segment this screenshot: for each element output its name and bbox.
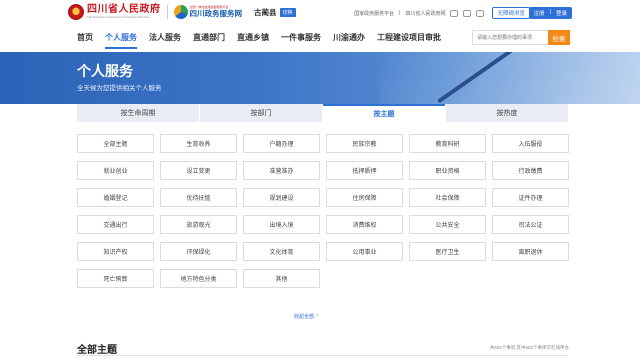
subject-item[interactable]: 抵押质押 <box>326 161 403 180</box>
subject-item[interactable]: 生育收养 <box>160 134 237 153</box>
auth-buttons: 注册 | 登录 <box>528 7 572 19</box>
subject-item[interactable]: 消费维权 <box>326 215 403 234</box>
service-logo-text: 四川政务服务网 <box>189 9 243 19</box>
section-count: 共683个事项,其中682个事项可在线申办 <box>489 345 569 350</box>
subject-item[interactable]: 准营准办 <box>243 161 320 180</box>
subject-grid: 全部主题 生育收养 户籍办理 民族宗教 教育科研 入伍服役就业创业 设立变更 准营准办 抵押质押… <box>77 134 569 288</box>
accessibility-button[interactable]: 无障碍浏览 <box>492 7 530 19</box>
subject-item[interactable]: 职业资格 <box>409 161 486 180</box>
collapse-label: 收起全部 <box>294 314 315 320</box>
region-name: 古蔺县 <box>254 7 277 17</box>
search-box: 检索 <box>472 30 570 45</box>
subject-item[interactable]: 社会保障 <box>409 188 486 207</box>
page-subtitle: 全天候为您提供相关个人服务 <box>77 85 162 92</box>
subject-item[interactable]: 旅游观光 <box>160 215 237 234</box>
subject-item[interactable]: 设立变更 <box>160 161 237 180</box>
banner-decoration <box>380 52 640 104</box>
service-mark-icon <box>173 5 188 19</box>
subject-item[interactable]: 公用事业 <box>326 242 403 261</box>
gov-logo-text: 四川省人民政府 <box>87 4 161 15</box>
gov-logo-en: The People's Government of Sichuan Provi… <box>87 15 150 19</box>
section-title: 全部主题 <box>77 345 117 356</box>
nav-home[interactable]: 首页 <box>77 24 93 52</box>
section-divider <box>77 355 568 356</box>
subject-item[interactable]: 交通出行 <box>77 215 154 234</box>
gov-logo[interactable]: 四川省人民政府 The People's Government of Sichu… <box>68 4 161 20</box>
login-button[interactable]: 登录 <box>551 7 572 19</box>
subject-item[interactable]: 全部主题 <box>77 134 154 153</box>
subject-item[interactable]: 死亡殡葬 <box>77 269 154 288</box>
subject-item[interactable]: 民族宗教 <box>326 134 403 153</box>
subject-item[interactable]: 出境入境 <box>243 215 320 234</box>
weibo-icon[interactable] <box>463 9 472 17</box>
region-switch-button[interactable]: 切换 <box>279 7 296 17</box>
subject-item[interactable]: 离职退休 <box>492 242 569 261</box>
message-icon[interactable] <box>450 9 459 17</box>
subject-item[interactable]: 入伍服役 <box>492 134 569 153</box>
collapse-all-link[interactable]: 收起全部 ⌃ <box>294 313 320 320</box>
nav-personal-service[interactable]: 个人服务 <box>105 24 137 52</box>
subject-item[interactable]: 医疗卫生 <box>409 242 486 261</box>
region-selector: 古蔺县 切换 <box>254 7 296 18</box>
subject-item[interactable]: 其他 <box>243 269 320 288</box>
subject-item[interactable]: 规划建设 <box>243 188 320 207</box>
subject-item[interactable]: 证件办理 <box>492 188 569 207</box>
tab-department[interactable]: 按部门 <box>200 104 322 122</box>
search-input[interactable] <box>472 30 548 45</box>
top-links: 国家政务服务平台 | 四川省人民政府网 无障碍浏览 <box>354 7 530 19</box>
mobile-icon[interactable] <box>476 9 485 17</box>
tab-lifecycle[interactable]: 按生命周期 <box>77 104 199 122</box>
subject-item[interactable]: 行政缴费 <box>492 161 569 180</box>
nav-chuanyu[interactable]: 川渝通办 <box>333 24 365 52</box>
banner: 个人服务 全天候为您提供相关个人服务 <box>0 52 640 104</box>
subject-item[interactable]: 知识产权 <box>77 242 154 261</box>
subject-item[interactable]: 公共安全 <box>409 215 486 234</box>
nav-townships[interactable]: 直通乡镇 <box>237 24 269 52</box>
category-tabs: 按生命周期 按部门 按主题 按热度 <box>77 104 568 122</box>
chevron-up-icon: ⌃ <box>315 314 320 320</box>
subject-item[interactable]: 住房保障 <box>326 188 403 207</box>
national-emblem-icon <box>68 4 84 20</box>
nav-one-thing-service[interactable]: 一件事服务 <box>281 24 321 52</box>
national-platform-link[interactable]: 国家政务服务平台 <box>354 10 394 17</box>
page-title: 个人服务 <box>77 63 133 79</box>
subject-item[interactable]: 就业创业 <box>77 161 154 180</box>
nav-departments[interactable]: 直通部门 <box>193 24 225 52</box>
subject-item[interactable]: 教育科研 <box>409 134 486 153</box>
subject-item[interactable]: 婚姻登记 <box>77 188 154 207</box>
service-logo[interactable]: 全国一体化在线政务服务平台 四川政务服务网 <box>173 5 243 19</box>
subject-item[interactable]: 优待抚恤 <box>160 188 237 207</box>
search-button[interactable]: 检索 <box>548 30 570 45</box>
subject-item[interactable]: 环保绿化 <box>160 242 237 261</box>
register-button[interactable]: 注册 <box>529 7 550 19</box>
nav-construction-approval[interactable]: 工程建设项目审批 <box>377 24 441 52</box>
subject-item[interactable]: 地方特色分类 <box>160 269 237 288</box>
nav-legal-service[interactable]: 法人服务 <box>149 24 181 52</box>
main-nav: 首页 个人服务 法人服务 直通部门 直通乡镇 一件事服务 川渝通办 工程建设项目… <box>0 24 640 52</box>
subject-item[interactable]: 文化体育 <box>243 242 320 261</box>
gov-site-link[interactable]: 四川省人民政府网 <box>405 10 445 17</box>
tab-theme[interactable]: 按主题 <box>323 104 445 122</box>
divider <box>166 5 168 19</box>
tab-popularity[interactable]: 按热度 <box>446 104 568 122</box>
subject-item[interactable]: 户籍办理 <box>243 134 320 153</box>
search-button-label: 检索 <box>552 35 566 43</box>
subject-item[interactable]: 司法公证 <box>492 215 569 234</box>
